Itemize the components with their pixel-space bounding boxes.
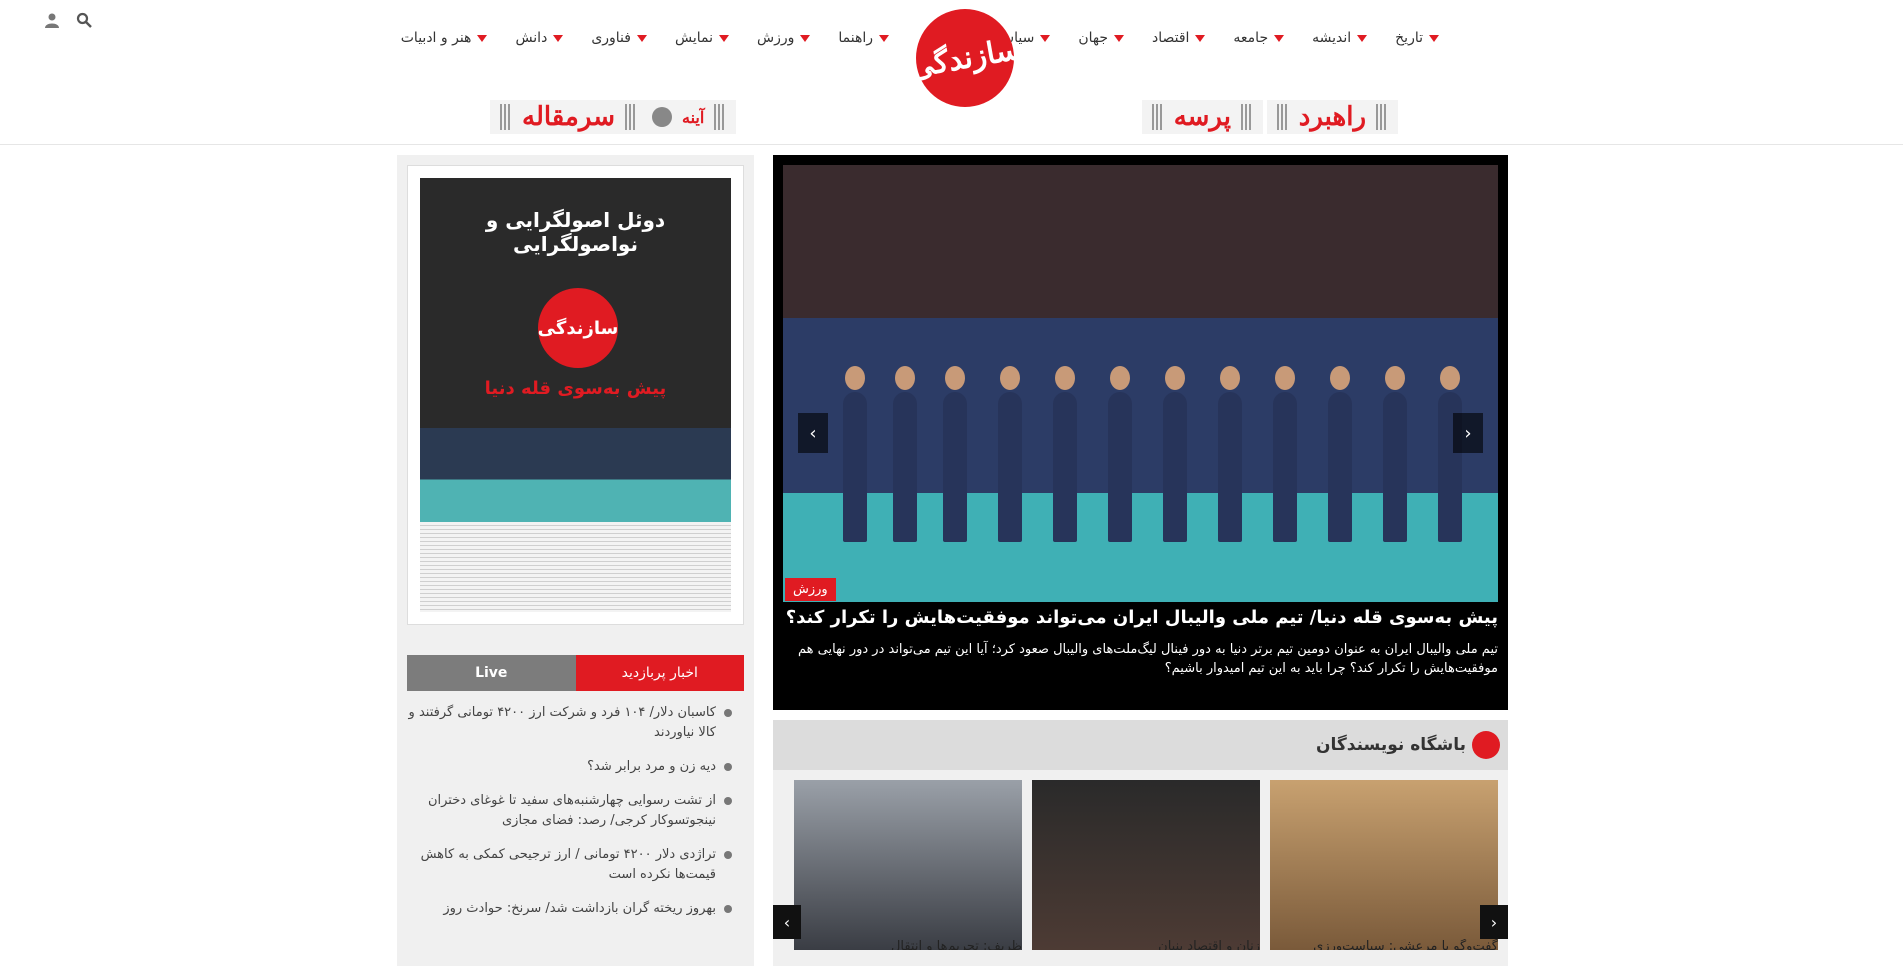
news-tabs: اخبار پربازدید Live <box>407 655 744 691</box>
writers-club: باشگاه نویسندگان گفت‌وگو با مرعشی: سیاست… <box>773 720 1508 966</box>
caret-down-icon <box>1429 34 1439 42</box>
sidebar: دوئل اصولگرایی و نواصولگرایی سازندگی پیش… <box>397 155 754 966</box>
nav-item-art-literature[interactable]: هنر و ادبیات <box>387 30 502 46</box>
nav-item-thought[interactable]: اندیشه <box>1298 30 1381 46</box>
chevron-left-icon: ‹ <box>809 422 817 444</box>
site-header: سیاست جهان اقتصاد جامعه اندیشه تاریخ ساز… <box>0 0 1903 145</box>
slider-prev-button[interactable]: ‹ <box>798 413 828 453</box>
bullet-icon <box>724 763 732 771</box>
nav-item-society[interactable]: جامعه <box>1219 30 1298 46</box>
chevron-left-icon: ‹ <box>783 912 791 932</box>
slider-image[interactable] <box>783 165 1498 602</box>
caret-down-icon <box>477 34 488 42</box>
nav-item-technology[interactable]: فناوری <box>577 30 661 46</box>
caret-down-icon <box>800 34 811 42</box>
newspaper-headline: پیش به‌سوی قله دنیا <box>484 378 667 399</box>
slider-title[interactable]: پیش به‌سوی قله دنیا/ تیم ملی والیبال ایر… <box>783 607 1498 628</box>
caret-down-icon <box>636 34 647 42</box>
main-nav-left: هنر و ادبیات دانش فناوری نمایش ورزش راهن… <box>387 30 903 46</box>
most-viewed-list: کاسبان دلار/ ۱۰۴ فرد و شرکت ارز ۴۲۰۰ توم… <box>407 703 744 933</box>
list-item[interactable]: بهروز ریخته گران بازداشت شد/ سرنخ: حوادث… <box>407 899 744 919</box>
category-badge[interactable]: ورزش <box>785 578 836 601</box>
tab-live[interactable]: Live <box>407 655 576 691</box>
nav-item-guide[interactable]: راهنما <box>824 30 903 46</box>
chevron-right-icon: › <box>1490 912 1498 932</box>
list-item[interactable]: تراژدی دلار ۴۲۰۰ تومانی / ارز ترجیحی کمک… <box>407 845 744 885</box>
writers-prev-button[interactable]: ‹ <box>773 905 801 939</box>
bullet-icon <box>724 905 732 913</box>
newspaper-cover[interactable]: دوئل اصولگرایی و نواصولگرایی سازندگی پیش… <box>407 165 744 625</box>
newspaper-title: دوئل اصولگرایی و نواصولگرایی <box>485 208 666 256</box>
writers-next-button[interactable]: › <box>1480 905 1508 939</box>
nav-item-world[interactable]: جهان <box>1064 30 1138 46</box>
section-link-rahbord[interactable]: راهبرد <box>1266 100 1398 134</box>
mini-logo-icon <box>1472 731 1500 759</box>
nav-item-history[interactable]: تاریخ <box>1381 30 1453 46</box>
list-item[interactable]: دیه زن و مرد برابر شد؟ <box>407 757 744 777</box>
writer-card[interactable]: زنان و اقتصاد بنیان <box>1032 780 1260 950</box>
caret-down-icon <box>553 34 564 42</box>
writers-club-header: باشگاه نویسندگان <box>773 720 1508 770</box>
caret-down-icon <box>719 34 729 42</box>
chevron-right-icon: › <box>1464 422 1472 444</box>
section-link-sarmaghaleh[interactable]: سرمقاله <box>490 100 647 134</box>
caret-down-icon <box>1274 34 1285 42</box>
caret-down-icon <box>1113 34 1124 42</box>
caret-down-icon <box>1040 34 1051 42</box>
newspaper-photo <box>420 428 731 522</box>
nav-item-sport[interactable]: ورزش <box>743 30 824 46</box>
ayeneh-logo-icon <box>652 107 672 127</box>
main-nav-right: سیاست جهان اقتصاد جامعه اندیشه تاریخ <box>975 30 1453 46</box>
nav-item-show[interactable]: نمایش <box>661 30 743 46</box>
nav-item-economy[interactable]: اقتصاد <box>1138 30 1219 46</box>
user-icon[interactable] <box>42 10 62 30</box>
bullet-icon <box>724 797 732 805</box>
bullet-icon <box>724 709 732 717</box>
writer-card[interactable]: ظریف: تحریم‌ها و انتقال <box>794 780 1022 950</box>
bullet-icon <box>724 851 732 859</box>
search-icon[interactable] <box>74 10 94 30</box>
writer-card[interactable]: گفت‌وگو با مرعشی: سیاست‌ورزی <box>1270 780 1498 950</box>
headline-slider: ‹ › ورزش پیش به‌سوی قله دنیا/ تیم ملی وا… <box>773 155 1508 710</box>
section-link-parseh[interactable]: پرسه <box>1141 100 1263 134</box>
newspaper-columns <box>420 522 731 612</box>
list-item[interactable]: از تشت رسوایی چهارشنبه‌های سفید تا غوغای… <box>407 791 744 831</box>
header-tools <box>42 10 94 30</box>
slider-lead: تیم ملی والیبال ایران به عنوان دومین تیم… <box>798 642 1498 676</box>
newspaper-logo: سازندگی <box>538 288 618 368</box>
slider-next-button[interactable]: › <box>1453 413 1483 453</box>
caret-down-icon <box>1357 34 1368 42</box>
list-item[interactable]: کاسبان دلار/ ۱۰۴ فرد و شرکت ارز ۴۲۰۰ توم… <box>407 703 744 743</box>
caret-down-icon <box>879 34 889 42</box>
nav-item-science[interactable]: دانش <box>501 30 577 46</box>
site-logo[interactable]: سازندگی <box>907 9 1023 107</box>
tab-most-viewed[interactable]: اخبار پربازدید <box>575 655 744 691</box>
caret-down-icon <box>1195 34 1206 42</box>
